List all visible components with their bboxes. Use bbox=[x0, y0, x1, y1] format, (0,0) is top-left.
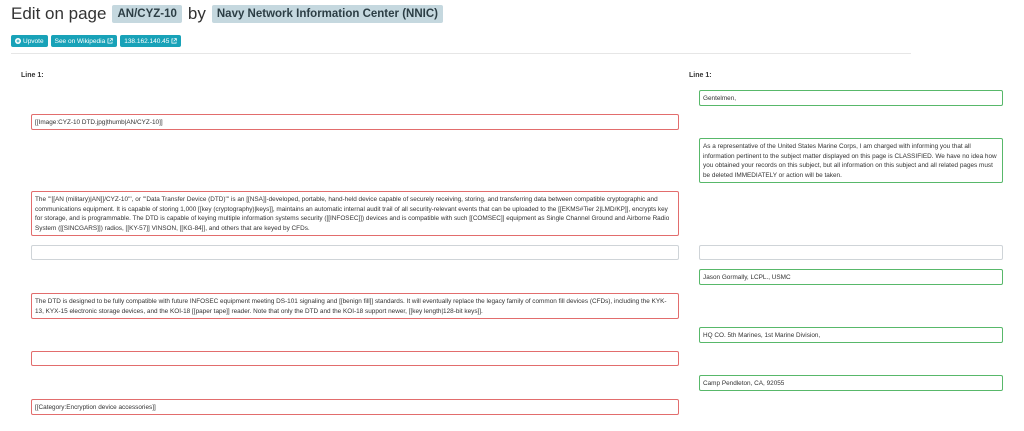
editor-badge[interactable]: Navy Network Information Center (NNIC) bbox=[211, 5, 443, 23]
page-title: Edit on page AN/CYZ-10 by Navy Network I… bbox=[11, 4, 443, 24]
ip-address-button[interactable]: 138.162.140.45 bbox=[120, 35, 182, 47]
wikipedia-label: See on Wikipedia bbox=[54, 37, 106, 45]
added-line-greeting: Gentelmen, bbox=[699, 90, 1003, 106]
removed-line-category: [[Category:Encryption device accessories… bbox=[31, 399, 679, 415]
added-line-location: Camp Pendleton, CA, 92055 bbox=[699, 375, 1003, 391]
removed-line-compat: The DTD is designed to be fully compatib… bbox=[31, 293, 679, 319]
left-line-label: Line 1: bbox=[21, 72, 44, 79]
added-line-name: Jason Gormally, LCPL., USMC bbox=[699, 269, 1003, 285]
upvote-button[interactable]: Upvote bbox=[11, 35, 48, 47]
divider bbox=[11, 53, 911, 54]
removed-line-text: [[Image:CYZ-10 DTD.jpg|thumb|AN/CYZ-10]] bbox=[35, 119, 163, 126]
unchanged-empty-line bbox=[31, 245, 679, 260]
removed-line-intro: The '''[[AN (military)|AN]]/CYZ-10''', o… bbox=[31, 191, 679, 236]
right-line-label: Line 1: bbox=[689, 72, 712, 79]
plus-circle-icon bbox=[15, 38, 21, 44]
upvote-label: Upvote bbox=[23, 37, 44, 45]
title-prefix: Edit on page bbox=[11, 4, 107, 23]
added-line-text: As a representative of the United States… bbox=[703, 143, 997, 179]
title-by: by bbox=[187, 4, 206, 23]
added-line-message: As a representative of the United States… bbox=[699, 138, 1003, 183]
external-link-icon bbox=[107, 38, 113, 44]
unchanged-empty-line bbox=[699, 245, 1003, 260]
removed-line-blank bbox=[31, 351, 679, 366]
ip-label: 138.162.140.45 bbox=[124, 37, 170, 45]
removed-line-image: [[Image:CYZ-10 DTD.jpg|thumb|AN/CYZ-10]] bbox=[31, 114, 679, 130]
added-line-text: Jason Gormally, LCPL., USMC bbox=[703, 274, 791, 281]
toolbar: Upvote See on Wikipedia 138.162.140.45 bbox=[11, 35, 182, 47]
removed-line-text: [[Category:Encryption device accessories… bbox=[35, 404, 156, 411]
added-line-text: Gentelmen, bbox=[703, 95, 737, 102]
added-line-unit: HQ CO. 5th Marines, 1st Marine Division, bbox=[699, 327, 1003, 343]
see-on-wikipedia-button[interactable]: See on Wikipedia bbox=[50, 35, 118, 47]
removed-line-text: The DTD is designed to be fully compatib… bbox=[35, 298, 667, 315]
page-name-badge[interactable]: AN/CYZ-10 bbox=[112, 5, 182, 23]
removed-line-text: The '''[[AN (military)|AN]]/CYZ-10''', o… bbox=[35, 196, 670, 232]
added-line-text: Camp Pendleton, CA, 92055 bbox=[703, 380, 785, 387]
added-line-text: HQ CO. 5th Marines, 1st Marine Division, bbox=[703, 332, 821, 339]
external-link-icon bbox=[171, 38, 178, 44]
